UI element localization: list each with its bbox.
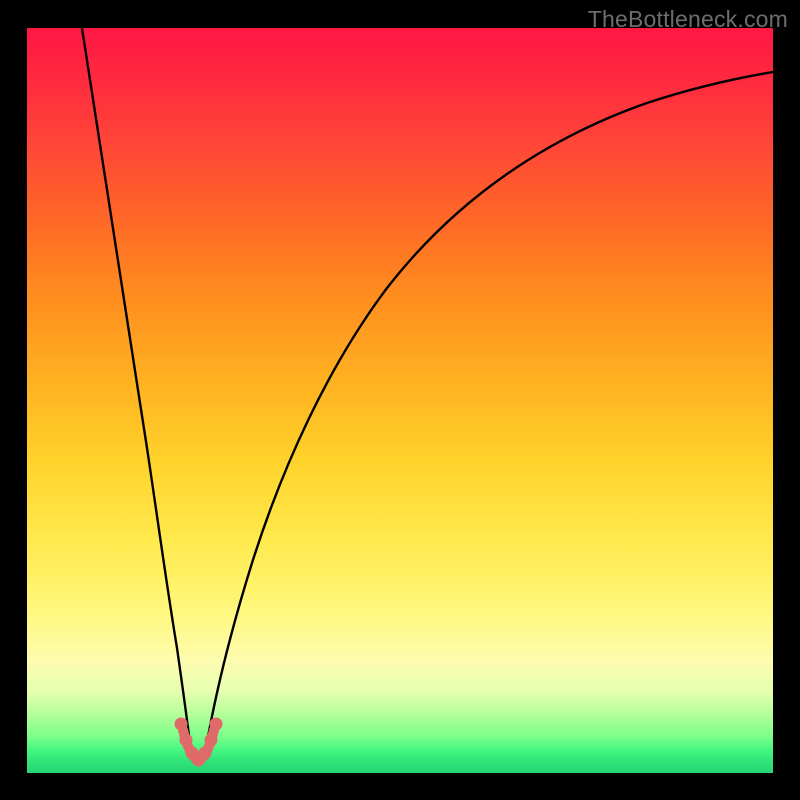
trough-dot	[175, 718, 188, 731]
curve-left-branch	[82, 28, 191, 748]
chart-svg	[27, 28, 773, 773]
plot-area	[27, 28, 773, 773]
trough-dot	[210, 718, 223, 731]
trough-dot	[205, 734, 218, 747]
trough-dot	[199, 747, 212, 760]
watermark-text: TheBottleneck.com	[588, 6, 788, 33]
curve-right-branch	[206, 72, 773, 748]
trough-dot	[180, 734, 193, 747]
